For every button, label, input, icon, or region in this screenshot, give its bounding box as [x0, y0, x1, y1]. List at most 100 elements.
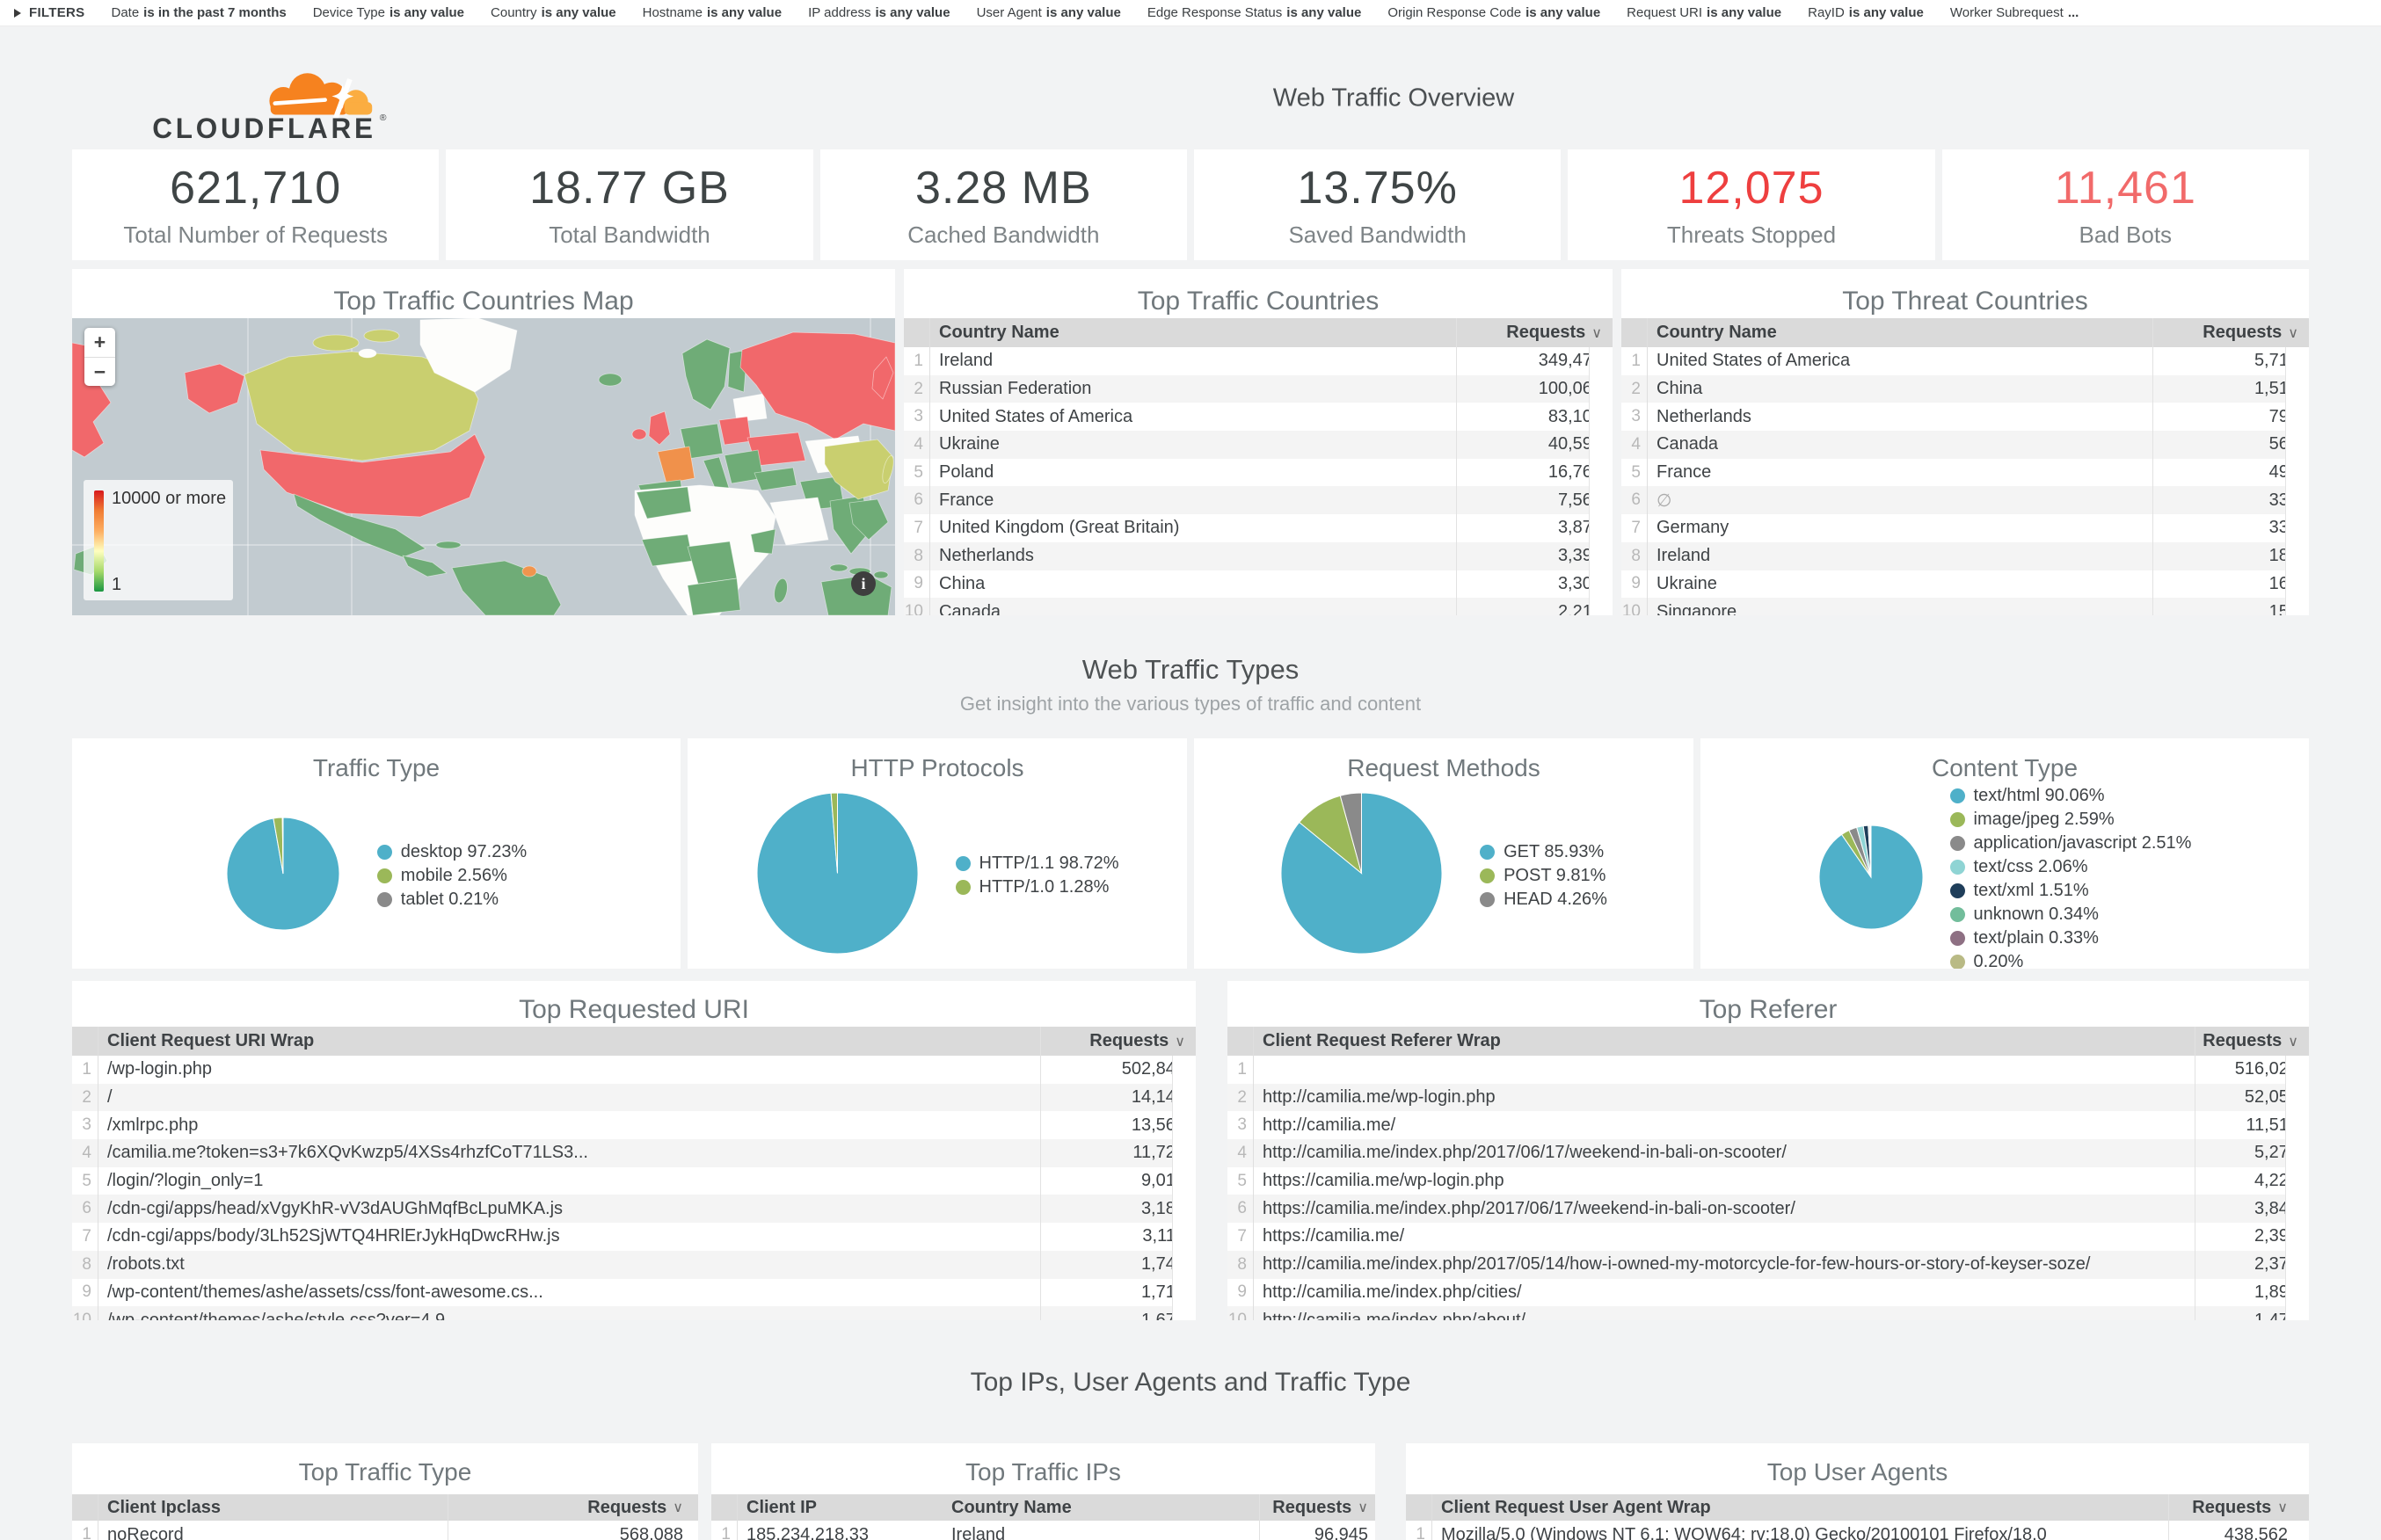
legend-item[interactable]: HTTP/1.0 1.28%: [956, 877, 1119, 897]
table-cell: 185.234.218.33: [738, 1525, 943, 1540]
legend-item[interactable]: GET 85.93%: [1480, 842, 1607, 862]
column-header[interactable]: Requests∨: [1040, 1027, 1196, 1056]
card-top-requested-uri: Top Requested URI Client Request URI Wra…: [72, 981, 1196, 1320]
filter-item[interactable]: Request URIis any value: [1627, 5, 1781, 20]
zoom-out-button[interactable]: −: [84, 357, 115, 386]
table-row: 6∅331: [1621, 486, 2309, 514]
legend-item[interactable]: text/css 2.06%: [1950, 857, 2192, 877]
stat-value: 18.77 GB: [529, 162, 730, 214]
table-body[interactable]: 1United States of America5,7162China1,51…: [1621, 347, 2309, 615]
section-subtitle: Get insight into the various types of tr…: [0, 693, 2381, 716]
filter-bar: FILTERS Dateis in the past 7 months Devic…: [0, 0, 2381, 26]
table-body[interactable]: 1516,0282http://camilia.me/wp-login.php5…: [1227, 1056, 2309, 1320]
legend-label: tablet 0.21%: [401, 890, 499, 910]
row-index: 8: [1621, 542, 1648, 570]
stats-row: 621,710Total Number of Requests18.77 GBT…: [72, 149, 2309, 260]
row-index: 9: [904, 570, 930, 599]
filter-field: Device Type: [313, 5, 385, 20]
card-top-user-agents: Top User Agents Client Request User Agen…: [1406, 1443, 2309, 1540]
table-row: 5Poland16,760: [904, 459, 1613, 487]
legend-item[interactable]: desktop 97.23%: [377, 842, 527, 862]
legend-item[interactable]: tablet 0.21%: [377, 890, 527, 910]
column-header-label: Requests: [587, 1498, 666, 1518]
table-row: 6https://camilia.me/index.php/2017/06/17…: [1227, 1195, 2309, 1223]
table-cell: France: [1648, 462, 2152, 483]
legend-item[interactable]: text/plain 0.33%: [1950, 928, 2192, 948]
table-body[interactable]: 1185.234.218.33Ireland96,945: [711, 1521, 1375, 1540]
legend-dot: [1950, 883, 1965, 898]
filter-field: IP address: [808, 5, 870, 20]
column-header: Client Ipclass: [98, 1498, 448, 1518]
table-row: 6/cdn-cgi/apps/head/xVgyKhR-vV3dAUGhMqfB…: [72, 1195, 1196, 1223]
table-row: 7https://camilia.me/2,390: [1227, 1223, 2309, 1251]
table-body[interactable]: 1Ireland349,4782Russian Federation100,06…: [904, 347, 1613, 615]
table-body[interactable]: 1noRecord568,088: [72, 1521, 698, 1540]
column-header[interactable]: Requests∨: [448, 1494, 698, 1521]
filter-item[interactable]: Worker Subrequest...: [1950, 5, 2079, 20]
table-body[interactable]: 1Mozilla/5.0 (Windows NT 6.1; WOW64; rv:…: [1406, 1521, 2309, 1540]
table-cell: Netherlands: [1648, 407, 2152, 427]
sort-desc-icon: ∨: [2277, 1499, 2288, 1516]
filter-item[interactable]: Hostnameis any value: [643, 5, 782, 20]
map-legend-max: 10000 or more: [112, 489, 226, 509]
filter-item[interactable]: Edge Response Statusis any value: [1147, 5, 1362, 20]
scrollbar-gutter[interactable]: [1172, 1056, 1196, 1320]
column-header-label: Requests: [1506, 323, 1585, 343]
row-index: 2: [1227, 1084, 1254, 1112]
table-cell: /login/?login_only=1: [98, 1171, 1040, 1191]
column-header[interactable]: Requests∨: [2152, 318, 2309, 347]
row-index: 10: [1227, 1306, 1254, 1320]
index-column-header: [1621, 318, 1648, 347]
legend-item[interactable]: mobile 2.56%: [377, 866, 527, 886]
traffic-type-pie-chart[interactable]: [226, 817, 340, 935]
request-methods-pie-chart[interactable]: [1280, 792, 1443, 959]
svg-text:®: ®: [380, 113, 387, 123]
zoom-in-button[interactable]: +: [84, 328, 115, 357]
filter-item[interactable]: Countryis any value: [491, 5, 616, 20]
row-index: 1: [711, 1521, 738, 1540]
column-header: Client IP: [738, 1498, 943, 1518]
row-index: 5: [904, 459, 930, 487]
legend-item[interactable]: HTTP/1.1 98.72%: [956, 854, 1119, 874]
column-header-label: Client Ipclass: [107, 1498, 221, 1518]
info-icon[interactable]: i: [851, 571, 876, 596]
http-protocols-pie-chart[interactable]: [756, 792, 919, 959]
legend-label: HTTP/1.0 1.28%: [979, 877, 1110, 897]
filters-label: FILTERS: [29, 5, 84, 20]
legend-item[interactable]: application/javascript 2.51%: [1950, 833, 2192, 854]
filter-item[interactable]: RayIDis any value: [1808, 5, 1924, 20]
scrollbar-gutter[interactable]: [2285, 1056, 2309, 1320]
legend-item[interactable]: text/html 90.06%: [1950, 786, 2192, 806]
filters-toggle[interactable]: FILTERS: [14, 5, 84, 20]
legend-dot: [1950, 955, 1965, 969]
legend-item[interactable]: 0.20%: [1950, 952, 2192, 969]
legend-item[interactable]: HEAD 4.26%: [1480, 890, 1607, 910]
column-header[interactable]: Requests∨: [2195, 1027, 2309, 1056]
world-map[interactable]: + − 10000 or more 1 i: [72, 318, 895, 615]
table-row: 8/robots.txt1,743: [72, 1251, 1196, 1279]
filter-item[interactable]: Device Typeis any value: [313, 5, 464, 20]
filter-item[interactable]: IP addressis any value: [808, 5, 950, 20]
table-cell: /wp-content/themes/ashe/style.css?ver=4.…: [98, 1311, 1040, 1320]
table-cell: 96,945: [1259, 1521, 1375, 1540]
column-header[interactable]: Requests∨: [1456, 318, 1613, 347]
scrollbar-gutter[interactable]: [2285, 347, 2309, 615]
scrollbar-gutter[interactable]: [1589, 347, 1613, 615]
column-header[interactable]: Requests∨: [2168, 1494, 2309, 1521]
table-row: 4/camilia.me?token=s3+7k6XQvKwzp5/4XSs4r…: [72, 1139, 1196, 1167]
row-index: 6: [1621, 486, 1648, 514]
legend-item[interactable]: image/jpeg 2.59%: [1950, 810, 2192, 830]
legend-item[interactable]: text/xml 1.51%: [1950, 881, 2192, 901]
legend-item[interactable]: unknown 0.34%: [1950, 904, 2192, 925]
column-header[interactable]: Requests∨: [1259, 1494, 1375, 1521]
filter-item[interactable]: Origin Response Codeis any value: [1387, 5, 1600, 20]
table-row: 10Canada2,215: [904, 598, 1613, 615]
row-countries: Top Traffic Countries Map: [72, 269, 2309, 615]
request-methods-legend: GET 85.93% POST 9.81% HEAD 4.26%: [1480, 839, 1607, 913]
legend-item[interactable]: POST 9.81%: [1480, 866, 1607, 886]
filter-item[interactable]: User Agentis any value: [977, 5, 1121, 20]
content-type-pie-chart[interactable]: [1818, 824, 1924, 934]
table-body[interactable]: 1/wp-login.php502,8482/14,1493/xmlrpc.ph…: [72, 1056, 1196, 1320]
table-row: 4http://camilia.me/index.php/2017/06/17/…: [1227, 1139, 2309, 1167]
filter-item[interactable]: Dateis in the past 7 months: [111, 5, 286, 20]
